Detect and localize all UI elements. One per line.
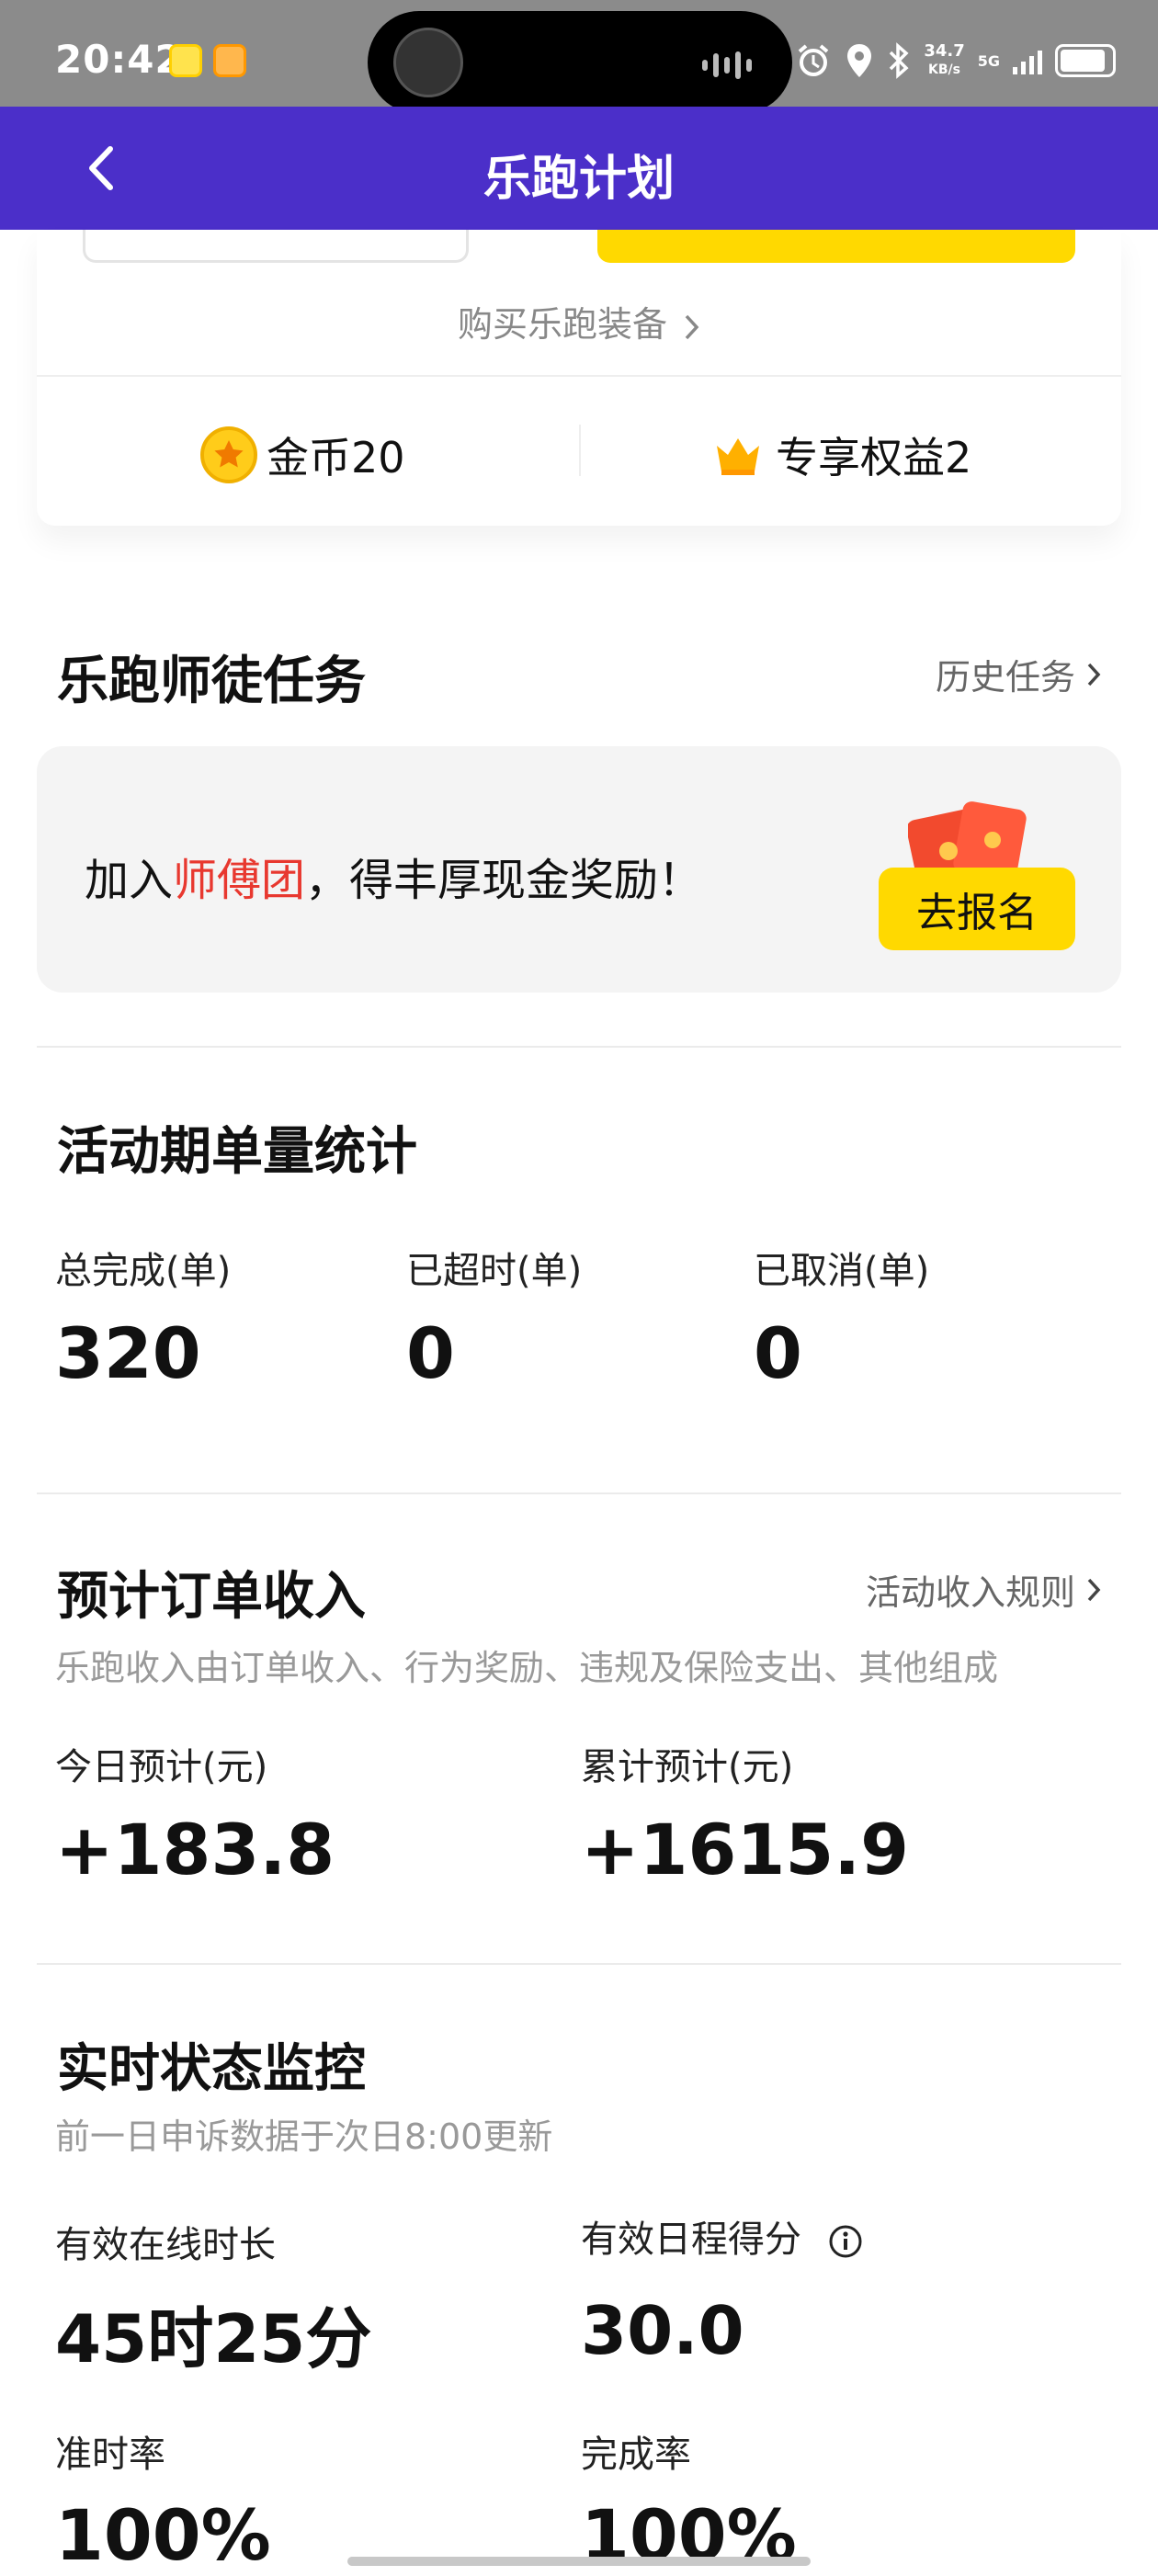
network-type: 5G bbox=[977, 51, 1000, 70]
online-duration-label: 有效在线时长 bbox=[55, 2224, 276, 2266]
mentor-text-prefix: 加入 bbox=[85, 855, 174, 906]
income-rules-label: 活动收入规则 bbox=[865, 1572, 1075, 1613]
divider bbox=[37, 1492, 1121, 1494]
schedule-score-value: 30.0 bbox=[581, 2292, 744, 2369]
history-tasks-link[interactable]: 历史任务 bbox=[936, 649, 1103, 699]
history-tasks-label: 历史任务 bbox=[935, 657, 1075, 698]
monitor-title-text: 实时状态监控 bbox=[57, 2039, 366, 2099]
home-indicator[interactable] bbox=[347, 2557, 811, 2566]
income-rules-link[interactable]: 活动收入规则 bbox=[866, 1564, 1103, 1615]
divider bbox=[579, 425, 581, 476]
order-stats-title-text: 活动期单量统计 bbox=[57, 1122, 417, 1182]
today-income-label: 今日预计(元) bbox=[55, 1746, 268, 1788]
mentor-title-text: 乐跑师徒任务 bbox=[57, 652, 366, 711]
rights-label: 专享权益2 bbox=[776, 433, 972, 482]
secondary-button[interactable] bbox=[83, 230, 469, 263]
mentor-section-title: 乐跑师徒任务 bbox=[55, 640, 366, 714]
chevron-right-icon bbox=[685, 314, 699, 339]
total-income-value: +1615.9 bbox=[581, 1809, 909, 1890]
income-title-text: 预计订单收入 bbox=[57, 1567, 366, 1627]
primary-button[interactable] bbox=[597, 230, 1075, 263]
nav-bar: 乐跑计划 bbox=[0, 107, 1158, 230]
completed-orders-label: 总完成(单) bbox=[55, 1250, 232, 1292]
location-icon bbox=[847, 44, 872, 77]
buy-equipment-label: 购买乐跑装备 bbox=[457, 304, 667, 345]
schedule-score-label: 有效日程得分 bbox=[581, 2209, 863, 2263]
status-icons: 34.7 KB/s 5G bbox=[795, 40, 1116, 81]
mentor-text-highlight: 师傅团 bbox=[173, 855, 306, 906]
alarm-icon bbox=[799, 44, 829, 76]
divider bbox=[37, 1963, 1121, 1965]
ontime-rate-label: 准时率 bbox=[55, 2434, 165, 2476]
status-time: 20:42 bbox=[55, 37, 183, 82]
battery-icon bbox=[1055, 44, 1116, 77]
chevron-right-icon bbox=[1087, 1578, 1101, 1601]
buy-equipment-link[interactable]: 购买乐跑装备 bbox=[37, 296, 1121, 346]
order-stats-title: 活动期单量统计 bbox=[55, 1110, 417, 1185]
bluetooth-icon bbox=[890, 42, 909, 79]
chevron-right-icon bbox=[1087, 663, 1101, 686]
monitor-description: 前一日申诉数据于次日8:00更新 bbox=[55, 2116, 553, 2157]
signup-button[interactable]: 去报名 bbox=[879, 868, 1075, 950]
income-title: 预计订单收入 bbox=[55, 1555, 366, 1629]
network-speed: 34.7 KB/s bbox=[924, 42, 964, 79]
signal-icon bbox=[1013, 47, 1042, 74]
cancelled-orders-value: 0 bbox=[754, 1312, 802, 1394]
timeout-orders-value: 0 bbox=[406, 1312, 455, 1394]
media-thumbnail-icon bbox=[393, 28, 463, 97]
schedule-score-label-text: 有效日程得分 bbox=[581, 2219, 801, 2261]
cancelled-orders-label: 已取消(单) bbox=[754, 1250, 930, 1292]
coin-icon bbox=[200, 426, 257, 483]
today-income-value: +183.8 bbox=[55, 1809, 335, 1890]
status-bar: 20:42 34.7 KB/s 5G bbox=[0, 0, 1158, 114]
rights-stat[interactable]: 专享权益2 bbox=[713, 414, 971, 496]
crown-icon bbox=[717, 438, 759, 475]
divider bbox=[37, 1046, 1121, 1048]
total-income-label: 累计预计(元) bbox=[581, 1746, 794, 1788]
mentor-text-suffix: ，得丰厚现金奖励！ bbox=[305, 855, 703, 906]
app-notification-icon-2 bbox=[213, 44, 246, 77]
divider bbox=[37, 375, 1121, 377]
info-icon[interactable] bbox=[828, 2224, 863, 2259]
mentor-banner-text: 加入师傅团，得丰厚现金奖励！ bbox=[85, 844, 702, 908]
monitor-title: 实时状态监控 bbox=[55, 2027, 366, 2102]
audio-wave-icon bbox=[702, 51, 759, 79]
ontime-rate-value: 100% bbox=[55, 2494, 271, 2576]
completed-orders-value: 320 bbox=[55, 1312, 201, 1394]
dynamic-island[interactable] bbox=[368, 11, 792, 114]
app-notification-icon bbox=[169, 44, 202, 77]
page-title: 乐跑计划 bbox=[482, 152, 675, 207]
network-speed-unit: KB/s bbox=[928, 62, 960, 77]
income-description: 乐跑收入由订单收入、行为奖励、违规及保险支出、其他组成 bbox=[55, 1648, 999, 1688]
summary-card: 购买乐跑装备 金币20 专享权益2 bbox=[37, 230, 1121, 526]
online-duration-value: 45时25分 bbox=[55, 2300, 372, 2377]
coins-label: 金币20 bbox=[267, 433, 405, 482]
network-speed-value: 34.7 bbox=[924, 41, 965, 61]
timeout-orders-label: 已超时(单) bbox=[406, 1250, 583, 1292]
coins-stat[interactable]: 金币20 bbox=[200, 414, 405, 496]
completion-rate-label: 完成率 bbox=[581, 2434, 691, 2476]
mentor-banner[interactable]: 加入师傅团，得丰厚现金奖励！ 去报名 bbox=[37, 746, 1121, 993]
